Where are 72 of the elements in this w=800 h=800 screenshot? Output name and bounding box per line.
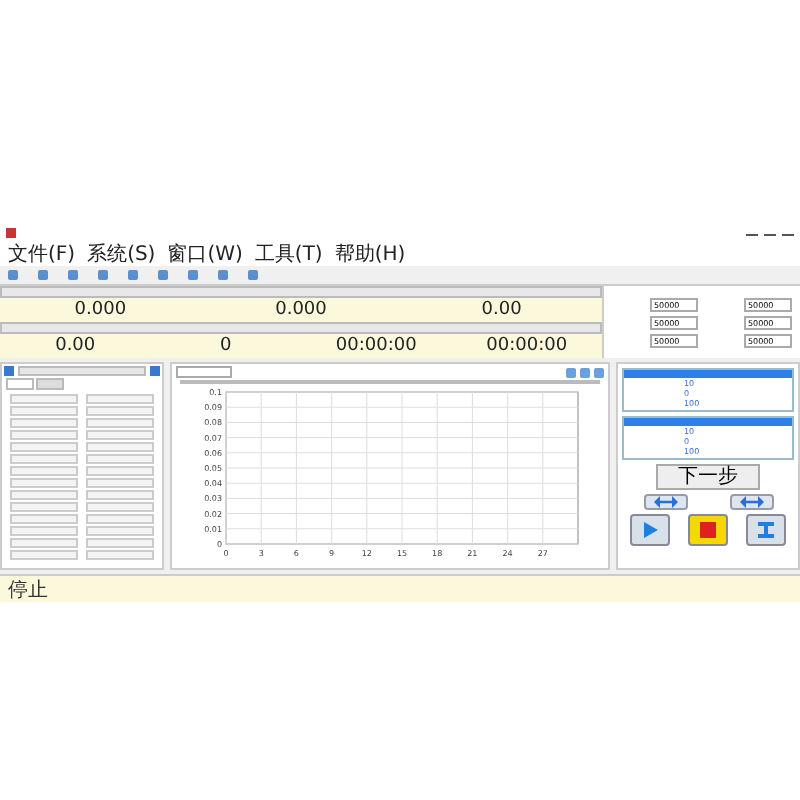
step-header[interactable] <box>624 418 792 426</box>
parameter-field[interactable] <box>10 538 78 548</box>
scrollbar[interactable] <box>180 380 600 384</box>
readout-value: 0.000 <box>72 300 129 320</box>
readout-value: 00:00:00 <box>484 336 570 356</box>
parameter-field[interactable] <box>10 514 78 524</box>
step-header[interactable] <box>624 370 792 378</box>
parameter-field[interactable] <box>10 454 78 464</box>
parameter-field[interactable] <box>10 490 78 500</box>
readout-value: 0.00 <box>53 336 98 356</box>
double-arrow-icon <box>653 496 677 508</box>
back-icon[interactable] <box>4 366 14 376</box>
parameter-field[interactable] <box>86 490 154 500</box>
toolbar-icon[interactable] <box>68 270 78 280</box>
parameter-field[interactable] <box>86 430 154 440</box>
parameter-field[interactable] <box>10 394 78 404</box>
toolbar-icon[interactable] <box>8 270 18 280</box>
parameter-field[interactable] <box>86 418 154 428</box>
readout-value: 0 <box>218 336 234 356</box>
minimize-icon[interactable] <box>746 228 758 236</box>
parameter-field[interactable] <box>86 502 154 512</box>
stop-icon <box>699 522 716 538</box>
menu-item[interactable]: 工具(T) <box>254 239 323 267</box>
parameter-field[interactable] <box>86 454 154 464</box>
move-button[interactable] <box>643 494 687 510</box>
start-button[interactable] <box>630 514 671 546</box>
parameter-field[interactable] <box>10 478 78 488</box>
toolbar-icon[interactable] <box>98 270 108 280</box>
parameter-field[interactable] <box>10 430 78 440</box>
play-icon <box>640 520 661 540</box>
status-text: 停止 <box>8 577 48 603</box>
toolbar-icon[interactable] <box>38 270 48 280</box>
mode-selector[interactable] <box>18 366 146 376</box>
parameter-field[interactable] <box>86 406 154 416</box>
readout-value: 0.000 <box>273 300 329 320</box>
toolbar-icon[interactable] <box>158 270 168 280</box>
menu-item[interactable]: 文件(F) <box>8 239 76 267</box>
app-icon <box>6 227 16 237</box>
parameter-field[interactable] <box>10 550 78 560</box>
parameter-field[interactable] <box>86 442 154 452</box>
parameter-field[interactable] <box>86 550 154 560</box>
parameter-field[interactable] <box>86 526 154 536</box>
parameter-field[interactable] <box>86 514 154 524</box>
toolbar-icon[interactable] <box>188 270 198 280</box>
toolbar-icon[interactable] <box>218 270 228 280</box>
parameter-field[interactable] <box>86 394 154 404</box>
chart-type-dropdown[interactable] <box>176 366 232 378</box>
return-button[interactable] <box>729 494 773 510</box>
menu-item[interactable]: 窗口(W) <box>167 239 243 267</box>
parameter-field[interactable] <box>86 538 154 548</box>
double-arrow-icon <box>739 496 763 508</box>
next-button[interactable]: 下一步 <box>656 464 760 490</box>
clamp-icon <box>755 520 776 540</box>
menu-item[interactable]: 帮助(H) <box>334 239 406 267</box>
parameter-field[interactable] <box>10 442 78 452</box>
clamp-button[interactable] <box>745 514 786 546</box>
readout-value: 00:00:00 <box>333 336 419 356</box>
parameter-field[interactable] <box>10 406 78 416</box>
menu-item[interactable]: 系统(S) <box>87 239 156 267</box>
readout-value: 0.00 <box>479 300 524 320</box>
parameter-field[interactable] <box>10 466 78 476</box>
toolbar-icon[interactable] <box>128 270 138 280</box>
parameter-field[interactable] <box>10 418 78 428</box>
toolbar-icon[interactable] <box>248 270 258 280</box>
tab[interactable] <box>36 378 64 390</box>
stop-button[interactable] <box>687 514 728 546</box>
parameter-field[interactable] <box>10 526 78 536</box>
tab[interactable] <box>6 378 34 390</box>
parameter-field[interactable] <box>10 502 78 512</box>
parameter-field[interactable] <box>86 466 154 476</box>
parameter-field[interactable] <box>86 478 154 488</box>
forward-icon[interactable] <box>150 366 160 376</box>
